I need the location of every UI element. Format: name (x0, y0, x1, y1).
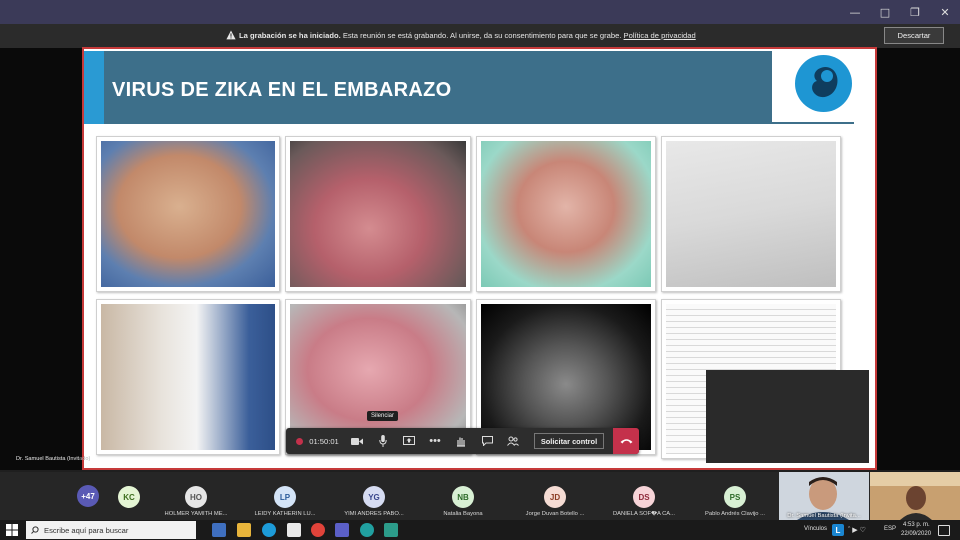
mute-tooltip: Silenciar (367, 411, 399, 421)
participant-video-self[interactable] (870, 472, 960, 520)
participant-name: LEIDY KATHERIN LU... (254, 511, 316, 517)
store-icon[interactable] (287, 523, 301, 537)
recording-message: La grabación se ha iniciado. Esta reunió… (239, 31, 696, 40)
teams-icon[interactable] (335, 523, 349, 537)
participant-tile[interactable]: DS DANIELA SOF�A CA... (601, 472, 687, 520)
participant-tile[interactable]: NB Natalia Bayona (420, 472, 506, 520)
file-explorer-icon[interactable] (237, 523, 251, 537)
tray-icons[interactable]: ˆ ▶ ♡ (848, 526, 866, 534)
windows-taskbar: Escribe aquí para buscar Vínculos L ˆ ▶ … (0, 520, 960, 540)
header-accent-bar (84, 51, 104, 124)
fetus-logo-icon (795, 55, 852, 112)
camera-icon[interactable] (346, 428, 368, 454)
slide-header: VIRUS DE ZIKA EN EL EMBARAZO (84, 51, 854, 124)
participant-name: Jorge Duvan Botello ... (525, 511, 585, 517)
avatar: LP (274, 486, 296, 508)
clock-time[interactable]: 4:53 p. m. (903, 522, 930, 528)
avatar: KC (118, 486, 140, 508)
recording-title: La grabación se ha iniciado. (239, 31, 341, 40)
request-control-button[interactable]: Solicitar control (534, 433, 604, 449)
hang-up-button[interactable] (613, 428, 639, 454)
recording-banner: La grabación se ha iniciado. Esta reunió… (0, 24, 960, 48)
close-icon[interactable]: ✕ (930, 0, 960, 24)
raise-hand-icon[interactable] (450, 428, 472, 454)
participant-name: Pablo Andrés Clavijo ... (705, 511, 765, 517)
self-video-frame (870, 472, 960, 520)
avatar: PS (724, 486, 746, 508)
phone-hangup-icon (620, 439, 632, 444)
participant-tile[interactable]: LP LEIDY KATHERIN LU... (242, 472, 328, 520)
warning-icon (226, 30, 236, 40)
teams-window: — □ ❐ ✕ La grabación se ha iniciado. Est… (0, 0, 960, 540)
clock-date[interactable]: 22/09/2020 (901, 531, 931, 537)
notification-center-icon[interactable] (938, 525, 950, 536)
privacy-link[interactable]: Política de privacidad (624, 31, 696, 40)
participant-name: Natalia Bayona (443, 511, 483, 517)
search-icon (31, 526, 39, 534)
presenter-name-tag: Dr. Samuel Bautista (Invitado) (16, 456, 90, 462)
link-app-icon[interactable]: L (832, 524, 844, 536)
dismiss-button[interactable]: Descartar (884, 27, 944, 44)
participant-tile[interactable]: JD Jorge Duvan Botello ... (512, 472, 598, 520)
language-indicator[interactable]: ESP (884, 526, 896, 532)
participants-icon[interactable] (502, 428, 524, 454)
app-icon[interactable] (360, 523, 374, 537)
avatar: JD (544, 486, 566, 508)
photo-newborn-2 (476, 136, 656, 292)
meeting-timer: 01:50:01 (309, 436, 339, 446)
video-participant-name: Dr. Samuel Bautista (Invita... (787, 513, 861, 519)
participant-video-presenter[interactable]: Dr. Samuel Bautista (Invita... (779, 472, 869, 520)
links-label[interactable]: Vínculos (804, 526, 827, 532)
recording-text: Esta reunión se está grabando. Al unirse… (340, 31, 624, 40)
avatar: HO (185, 486, 207, 508)
microphone-icon[interactable] (372, 428, 394, 454)
app-icon-2[interactable] (384, 523, 398, 537)
slide-title: VIRUS DE ZIKA EN EL EMBARAZO (112, 79, 452, 101)
windows-start-icon[interactable] (6, 523, 20, 537)
chrome-icon[interactable] (311, 523, 325, 537)
window-titlebar: — □ ❐ ✕ (0, 0, 960, 24)
photo-head-measurement (285, 136, 471, 292)
avatar: NB (452, 486, 474, 508)
avatar: YG (363, 486, 385, 508)
photo-newborn-1 (96, 136, 280, 292)
restore-icon[interactable]: □ (870, 0, 900, 24)
presenter-name: Dr. Samuel Bautista (Invit (16, 456, 80, 462)
edge-browser-icon[interactable] (262, 523, 276, 537)
maximize-icon[interactable]: ❐ (900, 0, 930, 24)
presenter-name-suffix: ado) (79, 456, 91, 462)
video-overlay-box (706, 370, 869, 463)
participant-name: HOLMER YAMITH ME... (164, 511, 228, 517)
participant-tile[interactable]: PS Pablo Andrés Clavijo ... (692, 472, 778, 520)
minimize-icon[interactable]: — (840, 0, 870, 24)
photo-doctor-baby (96, 299, 280, 455)
participant-tile[interactable]: YG YIMI ANDRES PABO... (331, 472, 417, 520)
participant-name: DANIELA SOF�A CA... (613, 511, 675, 517)
taskbar-search-input[interactable]: Escribe aquí para buscar (26, 521, 196, 539)
photo-lab-document (661, 136, 841, 292)
participant-name: YIMI ANDRES PABO... (344, 511, 404, 517)
participant-tile[interactable]: HO HOLMER YAMITH ME... (153, 472, 239, 520)
chat-icon[interactable] (476, 428, 498, 454)
recording-indicator-icon (292, 428, 306, 454)
more-options-icon[interactable]: ••• (424, 428, 446, 454)
share-screen-icon[interactable] (398, 428, 420, 454)
avatar: DS (633, 486, 655, 508)
meeting-controls: 01:50:01 ••• Solicitar control (286, 428, 639, 454)
task-view-icon[interactable] (212, 523, 226, 537)
